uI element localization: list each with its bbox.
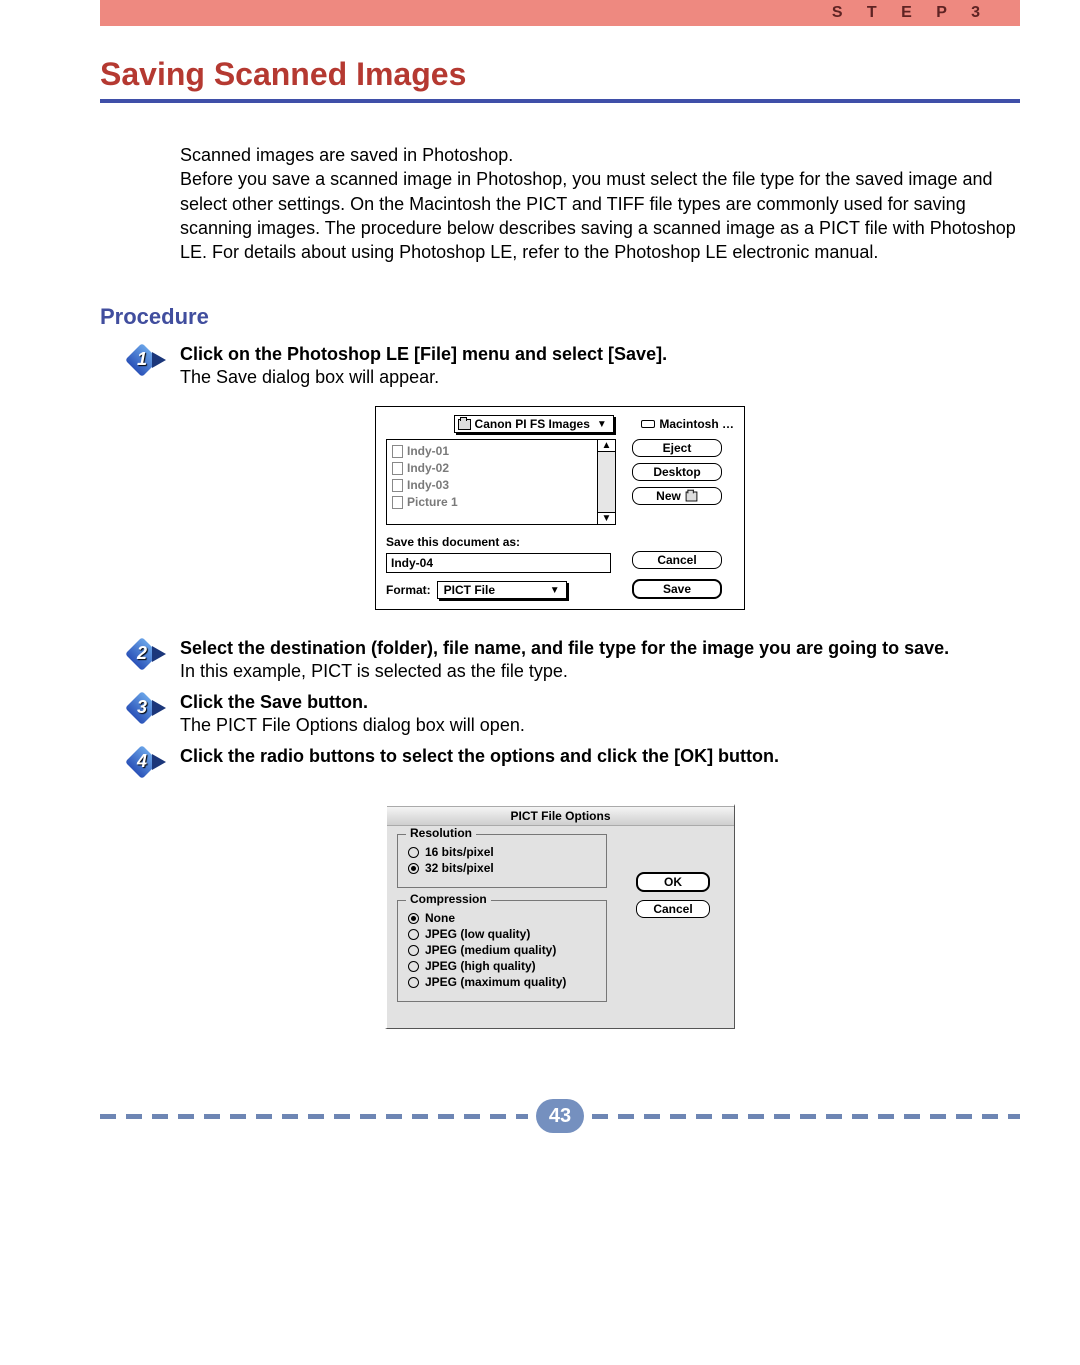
save-button[interactable]: Save xyxy=(632,579,722,599)
folder-icon xyxy=(458,419,471,430)
new-folder-button[interactable]: New xyxy=(632,487,722,505)
step-label: S T E P 3 xyxy=(832,4,990,22)
procedure-heading: Procedure xyxy=(100,304,1020,330)
step-marker-3: 3 xyxy=(130,692,180,732)
step-3-number: 3 xyxy=(130,692,154,722)
eject-button[interactable]: Eject xyxy=(632,439,722,457)
save-as-label: Save this document as: xyxy=(386,535,616,549)
folder-dropdown[interactable]: Canon PI FS Images ▼ xyxy=(454,415,614,433)
filename-input[interactable]: Indy-04 xyxy=(386,553,611,573)
list-item[interactable]: Picture 1 xyxy=(392,494,592,511)
page-number: 43 xyxy=(536,1099,584,1133)
folder-dropdown-label: Canon PI FS Images xyxy=(475,417,590,431)
ok-button[interactable]: OK xyxy=(636,872,710,892)
compression-jpeg-medium-radio[interactable]: JPEG (medium quality) xyxy=(408,943,596,957)
format-value: PICT File xyxy=(444,583,495,597)
step-marker-1: 1 xyxy=(130,344,180,384)
step-marker-4: 4 xyxy=(130,746,180,786)
compression-jpeg-high-radio[interactable]: JPEG (high quality) xyxy=(408,959,596,973)
step-2-number: 2 xyxy=(130,638,154,668)
list-item[interactable]: Indy-02 xyxy=(392,460,592,477)
radio-icon xyxy=(408,945,419,956)
radio-icon xyxy=(408,863,419,874)
compression-legend: Compression xyxy=(406,892,491,906)
disk-icon xyxy=(641,420,655,428)
step-1: 1 Click on the Photoshop LE [File] menu … xyxy=(100,344,1020,388)
step-1-body: The Save dialog box will appear. xyxy=(180,367,1020,388)
step-1-number: 1 xyxy=(130,344,154,374)
radio-icon xyxy=(408,929,419,940)
resolution-16-radio[interactable]: 16 bits/pixel xyxy=(408,845,596,859)
new-button-label: New xyxy=(656,489,681,503)
step-2-title: Select the destination (folder), file na… xyxy=(180,638,1020,659)
radio-icon xyxy=(408,913,419,924)
compression-jpeg-max-radio[interactable]: JPEG (maximum quality) xyxy=(408,975,596,989)
step-2: 2 Select the destination (folder), file … xyxy=(100,638,1020,682)
format-dropdown[interactable]: PICT File ▼ xyxy=(437,581,567,599)
folder-icon xyxy=(685,492,697,502)
page-title: Saving Scanned Images xyxy=(100,56,1020,93)
chevron-down-icon: ▼ xyxy=(550,585,560,596)
resolution-32-radio[interactable]: 32 bits/pixel xyxy=(408,861,596,875)
step-4-number: 4 xyxy=(130,746,154,776)
step-3-body: The PICT File Options dialog box will op… xyxy=(180,715,1020,736)
radio-icon xyxy=(408,847,419,858)
resolution-group: Resolution 16 bits/pixel 32 bits/pixel xyxy=(397,834,607,888)
scrollbar[interactable]: ▲ ▼ xyxy=(597,440,615,524)
compression-none-radio[interactable]: None xyxy=(408,911,596,925)
chevron-down-icon: ▼ xyxy=(597,419,607,430)
drive-name: Macintosh … xyxy=(659,417,734,431)
radio-icon xyxy=(408,977,419,988)
title-rule xyxy=(100,99,1020,103)
file-list: Indy-01 Indy-02 Indy-03 Picture 1 ▲ ▼ xyxy=(386,439,616,525)
scroll-up-icon[interactable]: ▲ xyxy=(598,440,615,452)
save-dialog: Canon PI FS Images ▼ Macintosh … Indy-01… xyxy=(375,406,745,610)
document-icon xyxy=(392,479,403,492)
scroll-down-icon[interactable]: ▼ xyxy=(598,512,615,524)
step-header: S T E P 3 xyxy=(100,0,1020,26)
intro-paragraph: Scanned images are saved in Photoshop. B… xyxy=(180,143,1020,264)
document-icon xyxy=(392,496,403,509)
list-item[interactable]: Indy-03 xyxy=(392,477,592,494)
compression-group: Compression None JPEG (low quality) JPEG… xyxy=(397,900,607,1002)
compression-jpeg-low-radio[interactable]: JPEG (low quality) xyxy=(408,927,596,941)
step-4-title: Click the radio buttons to select the op… xyxy=(180,746,1020,767)
footer-dash-line xyxy=(100,1114,528,1119)
document-icon xyxy=(392,445,403,458)
step-3: 3 Click the Save button. The PICT File O… xyxy=(100,692,1020,736)
drive-label[interactable]: Macintosh … xyxy=(641,417,734,431)
list-item[interactable]: Indy-01 xyxy=(392,443,592,460)
cancel-button[interactable]: Cancel xyxy=(632,551,722,569)
step-1-title: Click on the Photoshop LE [File] menu an… xyxy=(180,344,1020,365)
pict-options-dialog: PICT File Options Resolution 16 bits/pix… xyxy=(385,804,735,1029)
step-marker-2: 2 xyxy=(130,638,180,678)
footer-dash-line xyxy=(592,1114,1020,1119)
page-footer: 43 xyxy=(100,1099,1020,1133)
radio-icon xyxy=(408,961,419,972)
desktop-button[interactable]: Desktop xyxy=(632,463,722,481)
pict-dialog-title: PICT File Options xyxy=(387,806,734,826)
document-icon xyxy=(392,462,403,475)
step-4: 4 Click the radio buttons to select the … xyxy=(100,746,1020,786)
format-label: Format: xyxy=(386,583,431,597)
step-2-body: In this example, PICT is selected as the… xyxy=(180,661,1020,682)
step-3-title: Click the Save button. xyxy=(180,692,1020,713)
cancel-button[interactable]: Cancel xyxy=(636,900,710,918)
resolution-legend: Resolution xyxy=(406,826,476,840)
